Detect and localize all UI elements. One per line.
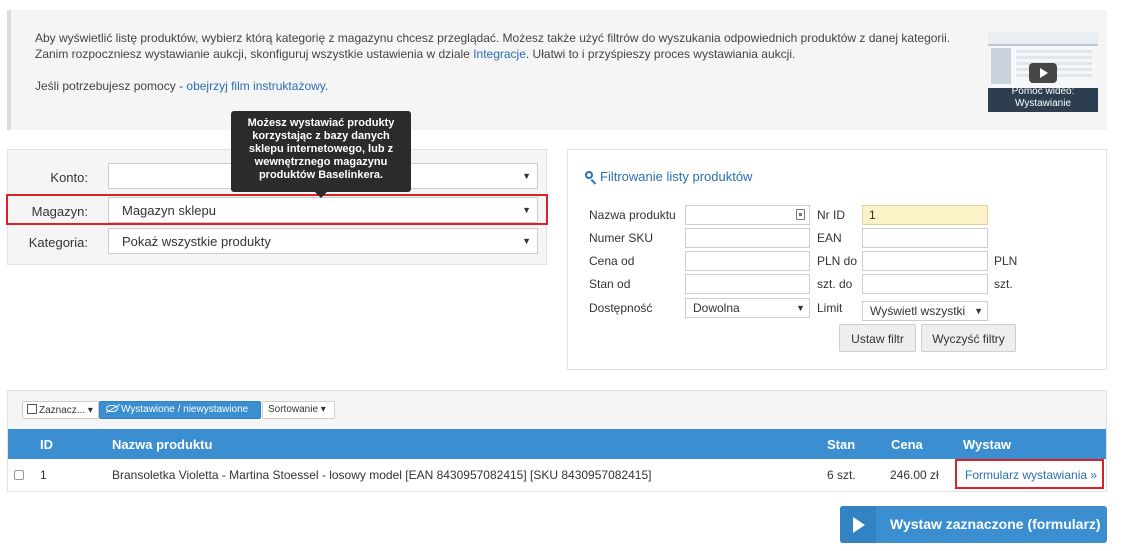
play-icon [840,506,876,543]
chevron-down-icon: ▼ [796,303,805,313]
availability-value: Dowolna [693,301,740,315]
stock-to-input[interactable] [862,274,988,294]
chevron-down-icon: ▼ [522,171,531,181]
product-name-input[interactable] [685,205,810,225]
chevron-down-icon: ▼ [974,306,983,316]
help-line-end: . [324,79,329,93]
info-line-2-text: Zanim rozpoczniesz wystawianie aukcji, s… [35,47,474,61]
filter-title: Filtrowanie listy produktów [585,169,752,184]
table-row: 1 Bransoletka Violetta - Martina Stoesse… [8,459,1106,491]
product-name-label: Nazwa produktu [589,208,676,222]
limit-select[interactable]: Wyświetl wszystki ▼ [862,301,988,321]
nr-id-input[interactable]: 1 [862,205,988,225]
help-line: Jeśli potrzebujesz pomocy - obejrzyj fil… [35,78,980,94]
stock-from-input[interactable] [685,274,810,294]
list-selected-label: Wystaw zaznaczone (formularz) [890,516,1101,532]
apply-filter-button[interactable]: Ustaw filtr [839,324,916,352]
info-line-2: Zanim rozpoczniesz wystawianie aukcji, s… [35,46,980,62]
tooltip-line: sklepu internetowego, lub z [248,143,394,155]
kategoria-value: Pokaż wszystkie produkty [122,234,271,249]
stock-from-label: Stan od [589,277,631,291]
stock-to-label: szt. do [817,277,853,291]
kategoria-row: Kategoria: Pokaż wszystkie produkty ▼ [8,227,548,257]
list-selected-button[interactable]: Wystaw zaznaczone (formularz) [840,506,1107,543]
search-icon [585,171,597,183]
konto-label: Konto: [50,170,88,185]
availability-select[interactable]: Dowolna ▼ [685,298,810,318]
chevron-down-icon: ▼ [522,236,531,246]
eye-slash-icon [106,405,118,412]
price-from-label: Cena od [589,254,635,268]
contact-card-icon [796,209,805,220]
tooltip-line: Możesz wystawiać produkty [247,117,395,129]
video-help-thumbnail[interactable]: Pomoc wideo: Wystawianie [988,32,1098,112]
help-line-text: Jeśli potrzebujesz pomocy - [35,79,187,93]
checkbox-icon [27,404,37,414]
availability-label: Dostępność [589,301,653,315]
select-label: Zaznacz... [39,405,86,416]
listed-label: Wystawione / niewystawione [121,404,249,415]
price-from-input[interactable] [685,251,810,271]
sku-input[interactable] [685,228,810,248]
select-dropdown-button[interactable]: Zaznacz... ▾ [22,401,99,419]
tutorial-video-link[interactable]: obejrzyj film instruktażowy [186,79,324,93]
info-panel: Aby wyświetlić listę produktów, wybierz … [7,10,1107,130]
filter-panel: Filtrowanie listy produktów Nazwa produk… [567,149,1107,370]
price-to-label: PLN do [817,254,858,268]
video-caption-subtitle: Wystawianie [1014,98,1072,109]
tooltip-line: korzystając z bazy danych [252,130,390,142]
play-icon [1029,63,1057,83]
sort-label: Sortowanie [268,404,319,415]
header-id[interactable]: ID [40,437,53,452]
ean-input[interactable] [862,228,988,248]
row-price: 246.00 zł [890,468,939,482]
sku-label: Numer SKU [589,231,654,245]
currency-label: PLN [994,254,1018,268]
ean-label: EAN [817,231,842,245]
video-caption: Pomoc wideo: Wystawianie [988,86,1098,110]
header-stock[interactable]: Stan [827,437,855,452]
info-line-2-end: . Ułatwi to i przyśpieszy proces wystawi… [525,47,796,61]
clear-filters-button[interactable]: Wyczyść filtry [921,324,1016,352]
limit-label: Limit [817,301,843,315]
product-table: Zaznacz... ▾ Wystawione / niewystawione … [7,390,1107,492]
row-name: Bransoletka Violetta - Martina Stoessel … [112,468,652,482]
kategoria-select[interactable]: Pokaż wszystkie produkty ▼ [108,228,538,254]
nr-id-label: Nr ID [817,208,845,222]
magazyn-highlight [6,194,548,225]
tooltip-line: produktów Baselinkera. [258,169,384,181]
row-stock: 6 szt. [827,468,856,482]
row-checkbox[interactable] [14,470,24,480]
header-name[interactable]: Nazwa produktu [112,437,212,452]
filter-title-text: Filtrowanie listy produktów [600,169,753,184]
limit-value: Wyświetl wszystki [870,304,966,318]
kategoria-label: Kategoria: [28,235,88,250]
info-line-1: Aby wyświetlić listę produktów, wybierz … [35,31,951,45]
video-caption-title: Pomoc wideo: [1011,86,1075,97]
info-text: Aby wyświetlić listę produktów, wybierz … [35,30,980,94]
header-price[interactable]: Cena [891,437,923,452]
listed-toggle-button[interactable]: Wystawione / niewystawione [99,401,261,419]
row-id: 1 [40,468,47,482]
price-to-input[interactable] [862,251,988,271]
tooltip-line: wewnętrznego magazynu [254,156,388,168]
table-header: ID Nazwa produktu Stan Cena Wystaw [8,429,1106,459]
integrations-link[interactable]: Integracje [473,47,526,61]
pieces-label: szt. [994,277,1013,291]
listing-form-highlight [955,459,1104,489]
sort-dropdown-button[interactable]: Sortowanie ▾ [262,401,335,419]
header-list: Wystaw [963,437,1012,452]
magazyn-tooltip: Możesz wystawiać produkty korzystając z … [231,111,411,198]
